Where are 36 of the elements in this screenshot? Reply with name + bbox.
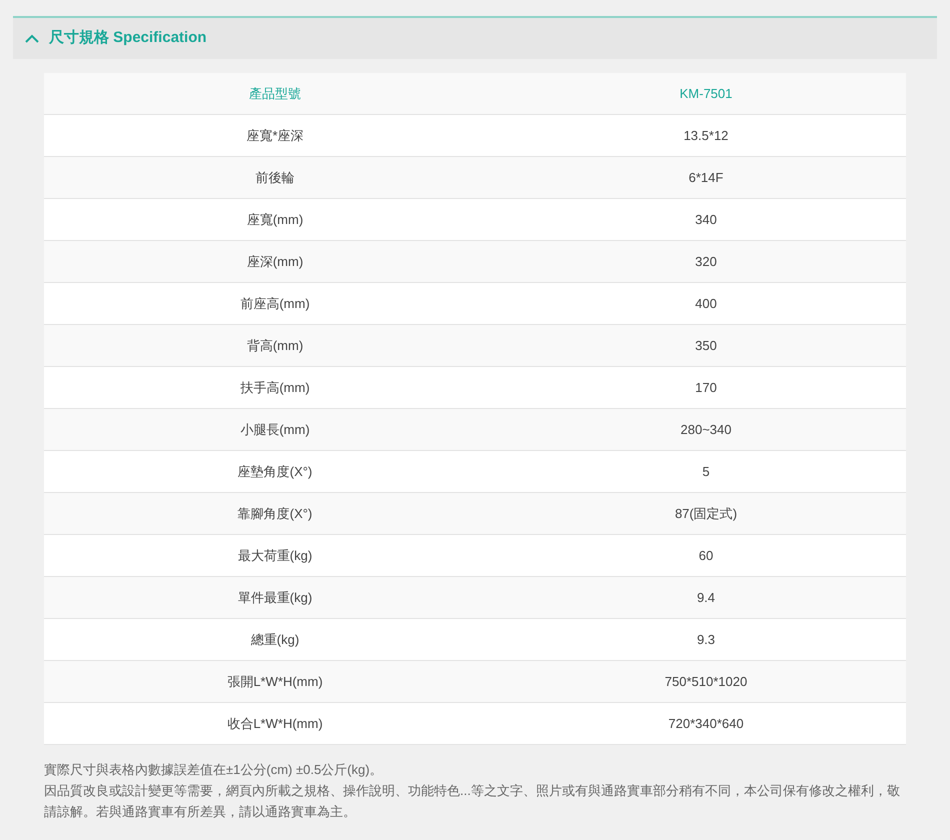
table-cell: 收合L*W*H(mm) [44, 703, 506, 745]
table-cell: 靠腳角度(X°) [44, 493, 506, 535]
table-cell: 單件最重(kg) [44, 577, 506, 619]
table-cell: 扶手高(mm) [44, 367, 506, 409]
table-cell: 5 [506, 451, 906, 493]
table-cell: 座墊角度(X°) [44, 451, 506, 493]
table-cell: 背高(mm) [44, 325, 506, 367]
table-cell: 750*510*1020 [506, 661, 906, 703]
table-cell: 前座高(mm) [44, 283, 506, 325]
table-cell: 總重(kg) [44, 619, 506, 661]
table-cell: 13.5*12 [506, 115, 906, 157]
table-cell: 340 [506, 199, 906, 241]
table-cell: 座深(mm) [44, 241, 506, 283]
column-header: KM-7501 [506, 73, 906, 115]
column-header: 產品型號 [44, 73, 506, 115]
table-cell: 9.3 [506, 619, 906, 661]
note-text: 實際尺寸與表格內數據誤差值在±1公分(cm) ±0.5公斤(kg)。 [44, 761, 384, 779]
table-cell: 張開L*W*H(mm) [44, 661, 506, 703]
table-cell: 720*340*640 [506, 703, 906, 745]
table-cell: 小腿長(mm) [44, 409, 506, 451]
table-cell: 170 [506, 367, 906, 409]
table-cell: 60 [506, 535, 906, 577]
table-cell: 350 [506, 325, 906, 367]
table-cell: 400 [506, 283, 906, 325]
chevron-up-icon [25, 34, 39, 43]
table-cell: 320 [506, 241, 906, 283]
table-cell: 座寬(mm) [44, 199, 506, 241]
table-cell: 87(固定式) [506, 493, 906, 535]
table-cell: 座寬*座深 [44, 115, 506, 157]
table-cell: 前後輪 [44, 157, 506, 199]
table-cell: 6*14F [506, 157, 906, 199]
table-cell: 最大荷重(kg) [44, 535, 506, 577]
section-header[interactable]: 尺寸規格 Specification [13, 16, 937, 59]
table-cell: 9.4 [506, 577, 906, 619]
note-text: 因品質改良或設計變更等需要，網頁內所載之規格、操作說明、功能特色...等之文字、照片或有與通路實車部分稍有不同，本公司保有修改之權利，敬請諒解。若與通路實車有所差異，請以通路實車為主。 [44, 782, 901, 821]
table-cell: 280~340 [506, 409, 906, 451]
